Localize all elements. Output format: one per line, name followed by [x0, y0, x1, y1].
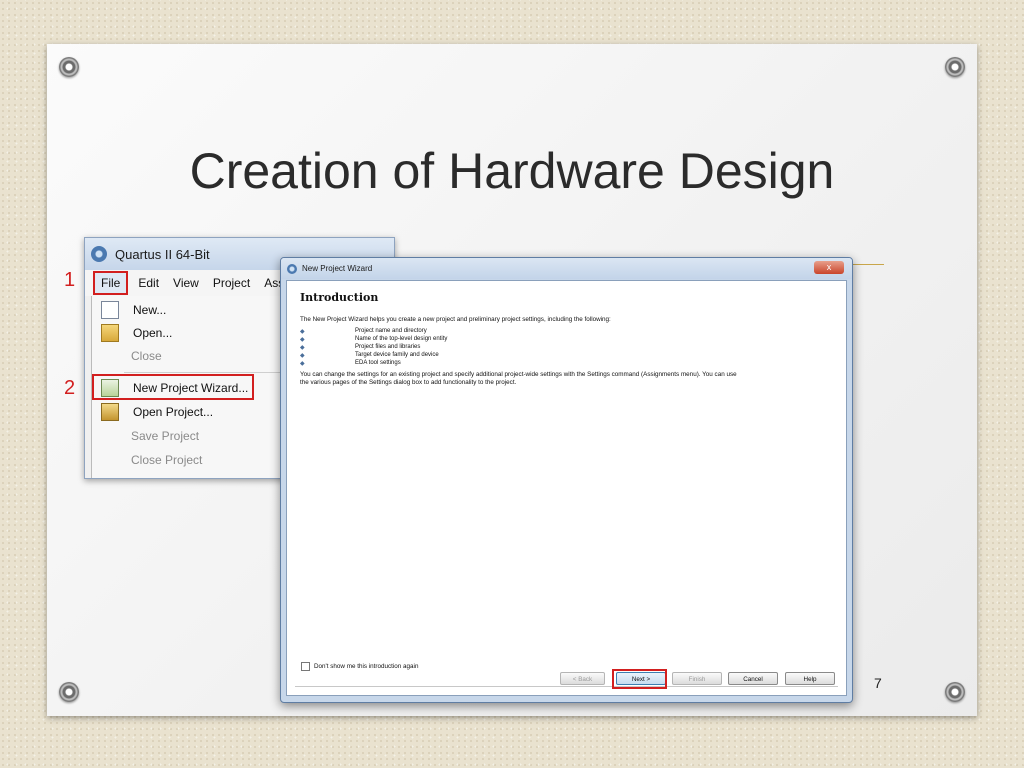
menu-item-label: Save Project — [131, 429, 200, 443]
menu-view[interactable]: View — [173, 276, 199, 290]
menu-item-label: New... — [133, 303, 167, 317]
menu-project[interactable]: Project — [213, 276, 250, 290]
cancel-button[interactable]: Cancel — [728, 672, 778, 685]
bullet-diamond-icon: ◆ — [300, 345, 305, 351]
menu-edit[interactable]: Edit — [138, 276, 159, 290]
bullet-diamond-icon: ◆ — [300, 353, 305, 359]
wizard-titlebar: New Project Wizard — [281, 258, 852, 279]
slide-title: Creation of Hardware Design — [189, 143, 835, 199]
back-button[interactable]: < Back — [560, 672, 605, 685]
rivet-icon — [59, 57, 79, 77]
dont-show-checkbox[interactable]: Don't show me this introduction again — [301, 662, 418, 671]
rivet-icon — [59, 682, 79, 702]
page-number: 7 — [874, 675, 882, 691]
wizard-note-line-2: the various pages of the Settings dialog… — [300, 379, 517, 386]
wizard-note-line-1: You can change the settings for an exist… — [300, 371, 737, 378]
open-project-icon — [101, 403, 119, 421]
finish-button[interactable]: Finish — [672, 672, 722, 685]
menu-item-label: Close Project — [131, 453, 203, 467]
open-folder-icon — [101, 324, 119, 342]
rivet-icon — [945, 57, 965, 77]
close-button[interactable]: x — [814, 261, 844, 274]
wizard-heading: Introduction — [300, 291, 379, 304]
checkbox-icon[interactable] — [301, 662, 310, 671]
bullet-diamond-icon: ◆ — [300, 361, 305, 367]
menu-file[interactable]: File — [93, 271, 129, 295]
highlight-new-project-wizard — [92, 374, 254, 400]
wizard-intro-text: The New Project Wizard helps you create … — [300, 316, 611, 323]
new-project-wizard-dialog: New Project Wizard x Introduction The Ne… — [280, 257, 853, 703]
menu-item-label: Open Project... — [133, 405, 214, 419]
highlight-next-button — [612, 669, 667, 689]
bullet-diamond-icon: ◆ — [300, 329, 305, 335]
menu-item-label: Close — [131, 349, 162, 363]
rivet-icon — [945, 682, 965, 702]
callout-step-2: 2 — [64, 377, 76, 399]
wizard-body: Introduction The New Project Wizard help… — [286, 280, 847, 696]
quartus-window-title: Quartus II 64-Bit — [115, 246, 210, 262]
footer-divider — [295, 686, 838, 687]
help-button[interactable]: Help — [785, 672, 835, 685]
new-document-icon — [101, 301, 119, 319]
quartus-logo-icon — [91, 246, 107, 262]
quartus-logo-icon — [287, 263, 297, 274]
checkbox-label: Don't show me this introduction again — [314, 663, 419, 670]
callout-step-1: 1 — [64, 269, 76, 291]
bullet-diamond-icon: ◆ — [300, 337, 305, 343]
menu-item-label: Open... — [133, 326, 173, 340]
wizard-title: New Project Wizard — [302, 264, 373, 273]
accent-line — [850, 264, 884, 265]
